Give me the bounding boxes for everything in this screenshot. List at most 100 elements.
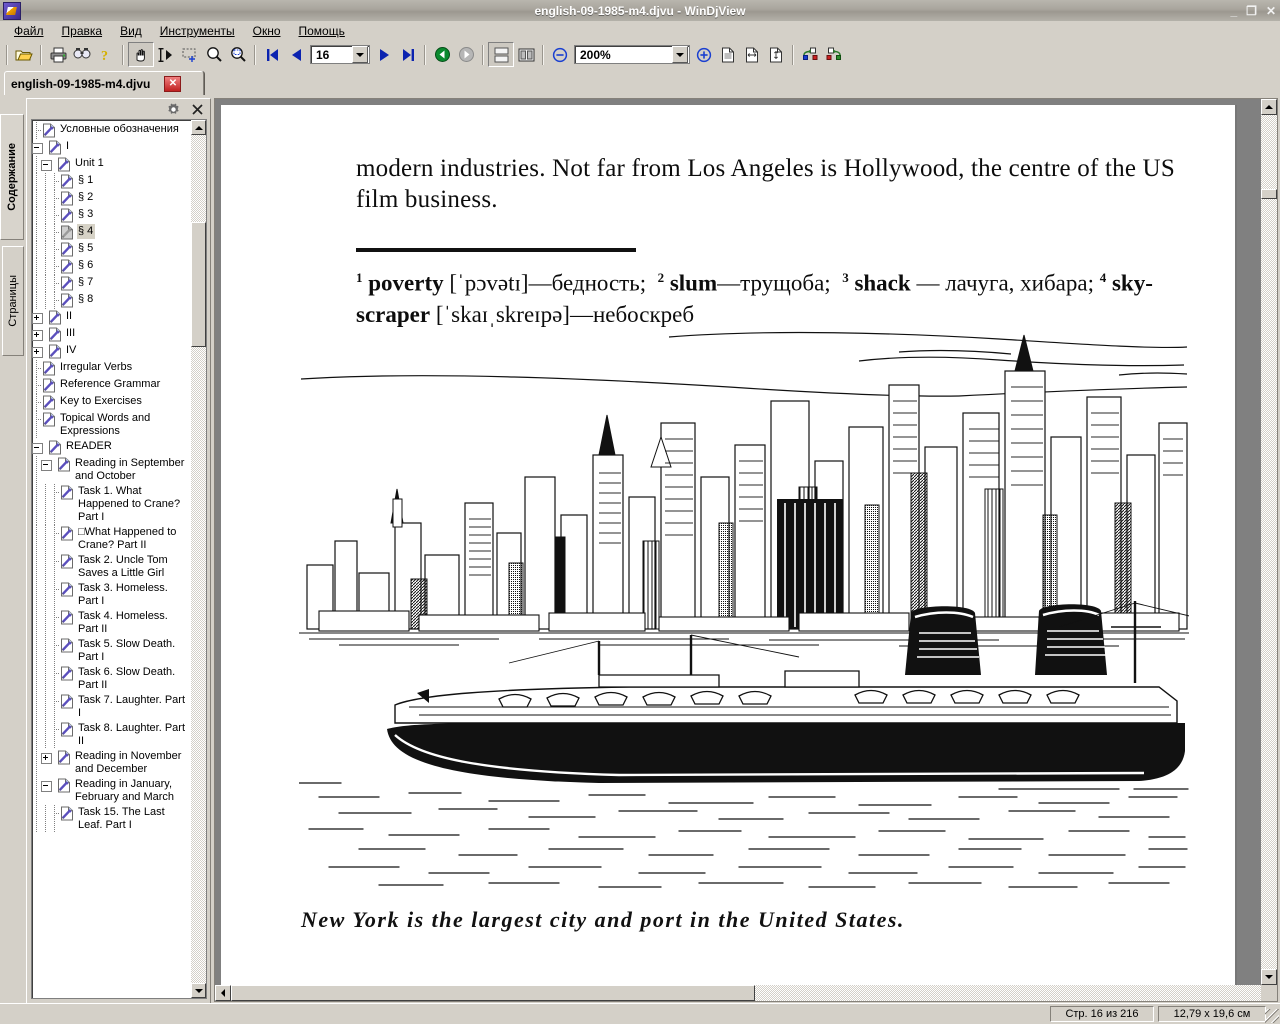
tree-item[interactable]: IV (32, 343, 191, 360)
side-tab-pages[interactable]: Страницы (2, 246, 24, 356)
tree-item[interactable]: Task 6. Slow Death. Part II (32, 665, 191, 693)
zoom-out-icon[interactable] (548, 43, 572, 66)
menu-tools[interactable]: Инструменты (151, 22, 244, 40)
page-number-value[interactable]: 16 (311, 48, 352, 62)
tree-item[interactable]: § 8 (32, 292, 191, 309)
tree-item[interactable]: Task 15. The Last Leaf. Part I (32, 805, 191, 833)
tree-item[interactable]: Unit 1 (32, 156, 191, 173)
continuous-layout-icon[interactable] (488, 42, 514, 67)
collapse-icon[interactable] (41, 160, 52, 171)
magnifier-tool-icon[interactable] (202, 43, 226, 66)
resize-grip[interactable] (1265, 1009, 1279, 1023)
zoom-level-combo[interactable]: 200% (574, 45, 690, 64)
first-page-icon[interactable] (260, 43, 284, 66)
gear-icon[interactable] (166, 102, 180, 116)
tree-item[interactable]: Reading in September and October (32, 456, 191, 484)
menu-window[interactable]: Окно (244, 22, 290, 40)
scroll-down-button[interactable] (191, 983, 206, 998)
doc-scroll-down-button[interactable] (1261, 969, 1277, 985)
close-button[interactable]: ✕ (1266, 5, 1276, 17)
open-folder-icon[interactable] (12, 43, 36, 66)
tree-item[interactable]: Task 2. Uncle Tom Saves a Little Girl (32, 553, 191, 581)
find-icon[interactable] (70, 43, 94, 66)
side-tab-contents[interactable]: Содержание (0, 114, 24, 240)
minimize-button[interactable]: _ (1230, 5, 1237, 17)
scrollbar-thumb[interactable] (191, 222, 206, 347)
tree-item[interactable]: Task 3. Homeless. Part I (32, 581, 191, 609)
page-number-combo[interactable]: 16 (310, 45, 370, 64)
fit-page-icon[interactable] (716, 43, 740, 66)
tree-item[interactable]: Topical Words and Expressions (32, 411, 191, 439)
collapse-icon[interactable] (41, 781, 52, 792)
tree-item[interactable]: § 4 (32, 224, 191, 241)
hand-tool-icon[interactable] (128, 42, 154, 67)
tree-item[interactable]: II (32, 309, 191, 326)
print-icon[interactable] (46, 43, 70, 66)
tree-item[interactable]: I (32, 139, 191, 156)
tree-item[interactable]: § 3 (32, 207, 191, 224)
actual-size-icon[interactable] (764, 43, 788, 66)
tree-item[interactable]: § 1 (32, 173, 191, 190)
tree-item[interactable]: Reading in November and December (32, 749, 191, 777)
facing-layout-icon[interactable] (514, 43, 538, 66)
expand-icon[interactable] (41, 753, 52, 764)
doc-horizontal-scrollbar-thumb[interactable] (231, 985, 755, 1001)
menu-edit[interactable]: Правка (53, 22, 112, 40)
restore-button[interactable]: ❐ (1246, 5, 1257, 17)
expand-icon[interactable] (32, 347, 43, 358)
close-icon[interactable] (190, 102, 204, 116)
about-help-icon[interactable]: ? (94, 43, 118, 66)
rect-select-tool-icon[interactable] (178, 43, 202, 66)
previous-page-icon[interactable] (284, 43, 308, 66)
document-horizontal-scrollbar[interactable] (215, 985, 1261, 1001)
rotate-left-icon[interactable] (798, 43, 822, 66)
rotate-right-icon[interactable] (822, 43, 846, 66)
tree-item[interactable]: Task 5. Slow Death. Part I (32, 637, 191, 665)
tree-item[interactable]: READER (32, 439, 191, 456)
document-tab[interactable]: english-09-1985-m4.djvu ✕ (4, 71, 204, 95)
expand-icon[interactable] (32, 330, 43, 341)
menu-file[interactable]: Файл (5, 22, 53, 40)
tree-item[interactable]: Task 1. What Happened to Crane? Part I (32, 484, 191, 525)
go-forward-icon[interactable] (454, 43, 478, 66)
collapse-icon[interactable] (32, 143, 43, 154)
document-viewport[interactable]: modern industries. Not far from Los Ange… (215, 99, 1261, 985)
tree-item[interactable]: Task 8. Laughter. Part II (32, 721, 191, 749)
zoom-level-value[interactable]: 200% (575, 48, 672, 62)
document-view[interactable]: modern industries. Not far from Los Ange… (214, 98, 1278, 1002)
doc-vertical-scrollbar-thumb[interactable] (1261, 189, 1277, 199)
tree-item[interactable]: Task 4. Homeless. Part II (32, 609, 191, 637)
last-page-icon[interactable] (396, 43, 420, 66)
tree-item[interactable]: III (32, 326, 191, 343)
tree-item[interactable]: Условные обозначения (32, 122, 191, 139)
tree-item[interactable]: □What Happened to Crane? Part II (32, 525, 191, 553)
tree-item[interactable]: Reference Grammar (32, 377, 191, 394)
tree-item[interactable]: Task 7. Laughter. Part I (32, 693, 191, 721)
menu-view[interactable]: Вид (111, 22, 151, 40)
page-number-dropdown-icon[interactable] (352, 46, 368, 63)
magnifier-rect-tool-icon[interactable] (226, 43, 250, 66)
doc-scroll-up-button[interactable] (1261, 99, 1277, 115)
menu-help[interactable]: Помощь (290, 22, 354, 40)
next-page-icon[interactable] (372, 43, 396, 66)
tree-item[interactable]: § 2 (32, 190, 191, 207)
zoom-level-dropdown-icon[interactable] (672, 46, 688, 63)
tree-item[interactable]: § 6 (32, 258, 191, 275)
scroll-up-button[interactable] (191, 120, 206, 135)
zoom-in-icon[interactable] (692, 43, 716, 66)
tree-item[interactable]: Key to Exercises (32, 394, 191, 411)
document-vertical-scrollbar[interactable] (1261, 99, 1277, 985)
doc-scroll-left-button[interactable] (215, 985, 231, 1001)
outline-tree-scrollbar[interactable] (191, 120, 206, 998)
collapse-icon[interactable] (41, 460, 52, 471)
fit-width-icon[interactable] (740, 43, 764, 66)
tree-item[interactable]: § 7 (32, 275, 191, 292)
go-back-icon[interactable] (430, 43, 454, 66)
tree-item[interactable]: Irregular Verbs (32, 360, 191, 377)
tree-item[interactable]: Reading in January, February and March (32, 777, 191, 805)
expand-icon[interactable] (32, 313, 43, 324)
document-tab-close-icon[interactable]: ✕ (164, 75, 182, 92)
tree-item[interactable]: § 5 (32, 241, 191, 258)
collapse-icon[interactable] (32, 443, 43, 454)
text-select-tool-icon[interactable] (154, 43, 178, 66)
